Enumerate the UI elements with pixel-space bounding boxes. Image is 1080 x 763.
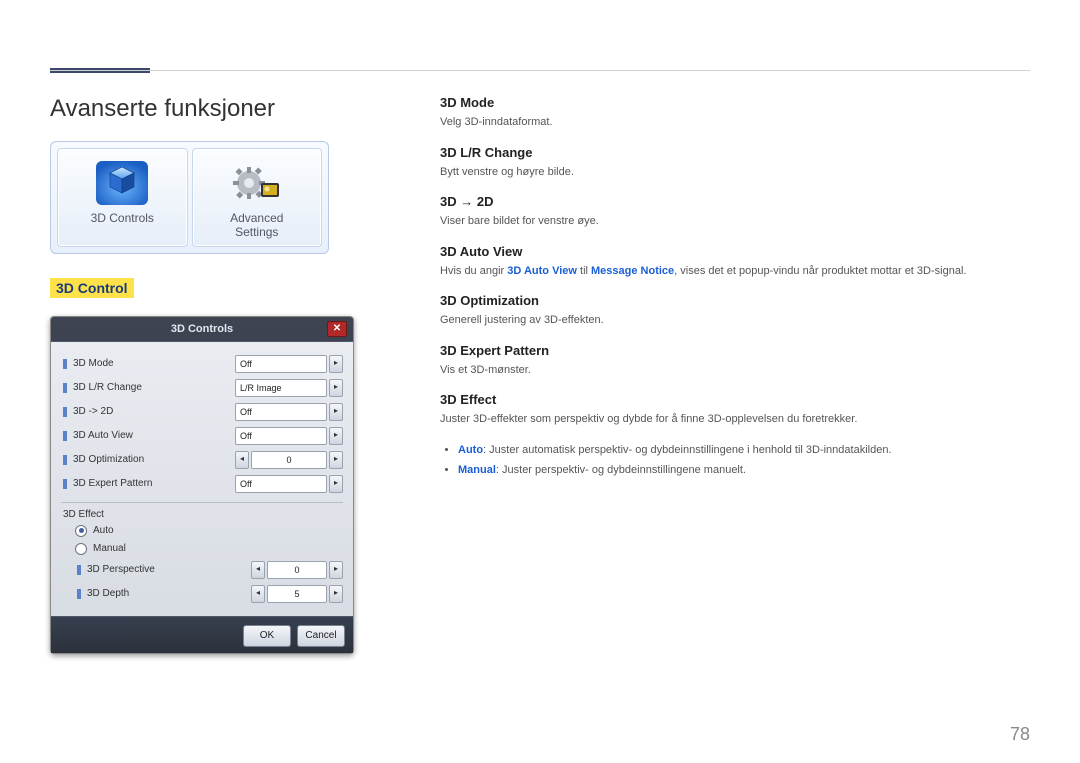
select-3d-2d[interactable]: Off [235, 403, 327, 421]
feature-desc: Generell justering av 3D-effekten. [440, 312, 1030, 329]
launcher-card-advanced-settings[interactable]: AdvancedSettings [192, 148, 323, 247]
row-label-optimization: 3D Optimization [73, 454, 235, 465]
bullet-item: Manual: Juster perspektiv- og dybdeinnst… [458, 462, 1030, 479]
feature-desc: Vis et 3D-mønster. [440, 362, 1030, 379]
row-label-perspective: 3D Perspective [87, 564, 251, 575]
feature-heading: 3D Mode [440, 95, 1030, 110]
gear-icon [229, 159, 285, 207]
chevron-right-icon[interactable]: ▸ [329, 403, 343, 421]
stepper-perspective[interactable]: 0 [267, 561, 327, 579]
chevron-left-icon[interactable]: ◂ [251, 561, 265, 579]
row-label-3d-mode: 3D Mode [73, 358, 235, 369]
radio-manual[interactable]: Manual [61, 540, 343, 558]
radio-icon [75, 525, 87, 537]
cube-3d-icon [94, 159, 150, 207]
radio-icon [75, 543, 87, 555]
ok-button[interactable]: OK [243, 625, 291, 647]
launcher-card-3d-controls[interactable]: 3D Controls [57, 148, 188, 247]
dialog-title: 3D Controls ✕ [51, 317, 353, 342]
feature-heading: 3D → 2D [440, 194, 1030, 209]
launcher-card-label: AdvancedSettings [197, 211, 318, 240]
feature-desc: Bytt venstre og høyre bilde. [440, 164, 1030, 181]
chevron-right-icon[interactable]: ▸ [329, 561, 343, 579]
chevron-left-icon[interactable]: ◂ [235, 451, 249, 469]
row-label-auto-view: 3D Auto View [73, 430, 235, 441]
row-label-depth: 3D Depth [87, 588, 251, 599]
stepper-depth[interactable]: 5 [267, 585, 327, 603]
feature-desc: Viser bare bildet for venstre øye. [440, 213, 1030, 230]
chevron-right-icon[interactable]: ▸ [329, 475, 343, 493]
chevron-right-icon[interactable]: ▸ [329, 427, 343, 445]
dialog-3d-controls: 3D Controls ✕ 3D Mode Off▸ 3D L/R Change… [50, 316, 354, 654]
chevron-right-icon[interactable]: ▸ [329, 355, 343, 373]
feature-desc: Velg 3D-inndataformat. [440, 114, 1030, 131]
section-label-3d-control: 3D Control [50, 278, 134, 298]
select-auto-view[interactable]: Off [235, 427, 327, 445]
feature-heading: 3D Optimization [440, 293, 1030, 308]
launcher-card-label: 3D Controls [62, 211, 183, 225]
cancel-button[interactable]: Cancel [297, 625, 345, 647]
group-3d-effect: 3D Effect [61, 502, 343, 522]
chevron-right-icon[interactable]: ▸ [329, 451, 343, 469]
page-number: 78 [1010, 724, 1030, 745]
chevron-left-icon[interactable]: ◂ [251, 585, 265, 603]
feature-heading: 3D Expert Pattern [440, 343, 1030, 358]
feature-heading: 3D Effect [440, 392, 1030, 407]
chevron-right-icon[interactable]: ▸ [329, 379, 343, 397]
bullet-item: Auto: Juster automatisk perspektiv- og d… [458, 442, 1030, 459]
row-label-expert-pattern: 3D Expert Pattern [73, 478, 235, 489]
close-icon[interactable]: ✕ [327, 321, 347, 337]
row-label-lr-change: 3D L/R Change [73, 382, 235, 393]
stepper-optimization[interactable]: 0 [251, 451, 327, 469]
page-rule [50, 70, 1030, 71]
row-label-3d-2d: 3D -> 2D [73, 406, 235, 417]
feature-heading: 3D L/R Change [440, 145, 1030, 160]
feature-desc: Hvis du angir 3D Auto View til Message N… [440, 263, 1030, 280]
chevron-right-icon[interactable]: ▸ [329, 585, 343, 603]
select-3d-mode[interactable]: Off [235, 355, 327, 373]
page-title: Avanserte funksjoner [50, 95, 410, 123]
radio-auto[interactable]: Auto [61, 522, 343, 540]
feature-desc: Juster 3D-effekter som perspektiv og dyb… [440, 411, 1030, 428]
launcher-panel: 3D Controls [50, 141, 329, 254]
select-expert-pattern[interactable]: Off [235, 475, 327, 493]
select-lr-change[interactable]: L/R Image [235, 379, 327, 397]
feature-heading: 3D Auto View [440, 244, 1030, 259]
